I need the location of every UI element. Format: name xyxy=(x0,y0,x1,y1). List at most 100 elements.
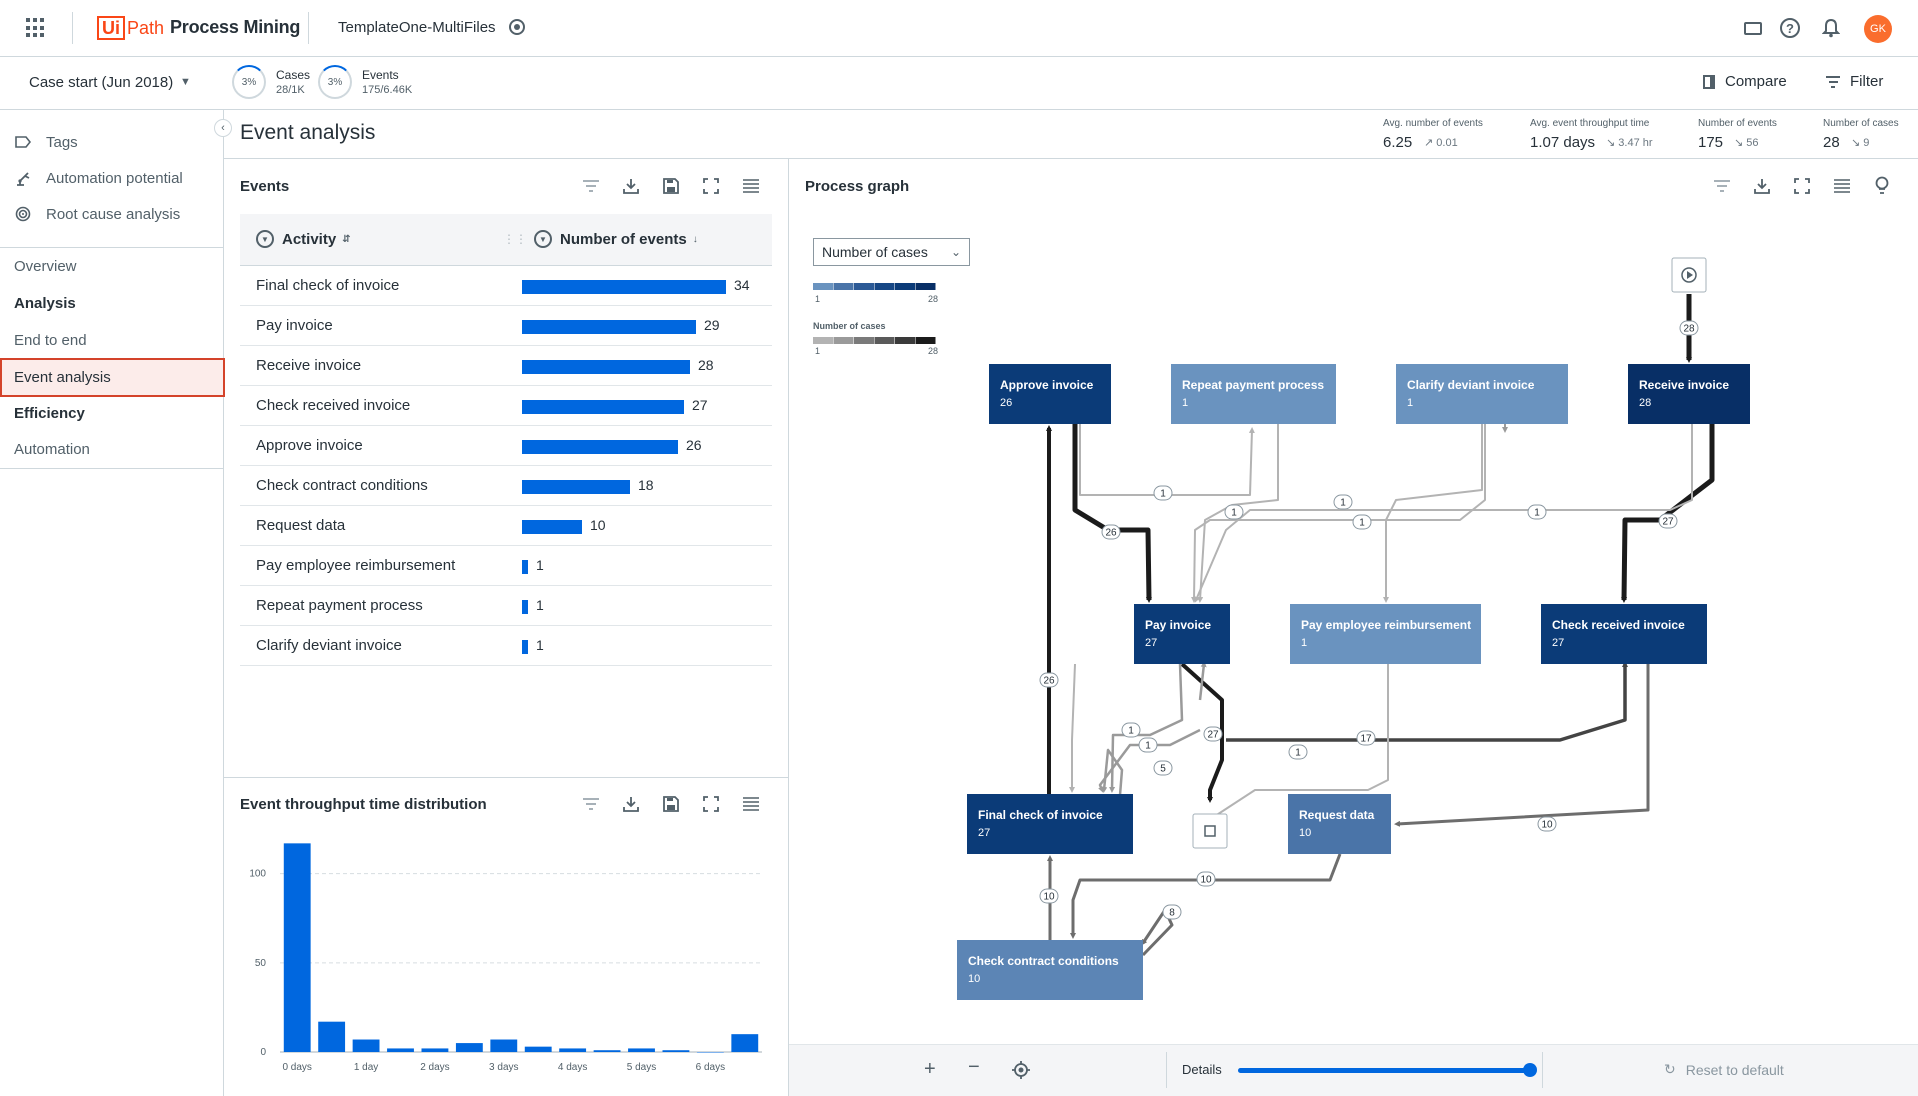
table-row[interactable]: Approve invoice 26 xyxy=(240,426,772,466)
column-header-activity[interactable]: ▼ Activity ⇵ xyxy=(256,230,351,248)
download-icon[interactable] xyxy=(620,175,642,197)
process-edge[interactable] xyxy=(1072,424,1152,603)
process-node[interactable]: Repeat payment process 1 xyxy=(1171,364,1336,424)
table-row[interactable]: Clarify deviant invoice 1 xyxy=(240,626,772,666)
process-edge[interactable] xyxy=(1394,664,1650,827)
kpi-label: Avg. event throughput time xyxy=(1530,118,1650,129)
app-launcher-icon[interactable] xyxy=(26,18,46,38)
fullscreen-icon[interactable] xyxy=(700,793,722,815)
table-row[interactable]: Repeat payment process 1 xyxy=(240,586,772,626)
table-row[interactable]: Receive invoice 28 xyxy=(240,346,772,386)
column-header-number-of-events[interactable]: ▼ Number of events ↓ xyxy=(534,230,698,248)
chevron-down-icon[interactable]: ▼ xyxy=(534,230,552,248)
process-node[interactable]: Pay employee reimbursement 1 xyxy=(1290,604,1481,664)
nav-item-overview[interactable]: Overview xyxy=(14,258,77,275)
process-node-box xyxy=(1396,364,1568,424)
process-node-name: Approve invoice xyxy=(1000,378,1094,392)
collapse-sidebar-chevron-left-icon[interactable]: ‹ xyxy=(214,119,232,137)
table-row[interactable]: Check received invoice 27 xyxy=(240,386,772,426)
edge-label-text: 1 xyxy=(1145,741,1151,752)
process-node[interactable]: Check received invoice 27 xyxy=(1541,604,1707,664)
process-edge[interactable] xyxy=(1079,424,1255,496)
process-node-count: 27 xyxy=(978,827,990,839)
download-icon[interactable] xyxy=(620,793,642,815)
events-value: 175/6.46K xyxy=(362,84,413,96)
activity-name: Approve invoice xyxy=(256,437,363,454)
table-row[interactable]: Pay employee reimbursement 1 xyxy=(240,546,772,586)
process-node-count: 1 xyxy=(1301,637,1307,649)
chevron-down-icon[interactable]: ▼ xyxy=(256,230,274,248)
process-node[interactable]: Pay invoice 27 xyxy=(1134,604,1230,664)
table-row[interactable]: Pay invoice 29 xyxy=(240,306,772,346)
table-row[interactable]: Request data 10 xyxy=(240,506,772,546)
table-row[interactable]: Check contract conditions 18 xyxy=(240,466,772,506)
details-slider-track[interactable] xyxy=(1238,1068,1530,1073)
recenter-target-icon[interactable] xyxy=(1012,1061,1030,1082)
keyboard-shortcuts-icon[interactable] xyxy=(1742,17,1764,39)
process-edge[interactable] xyxy=(1069,663,1076,793)
end-node[interactable] xyxy=(1192,813,1228,849)
menu-icon[interactable] xyxy=(740,793,762,815)
table-row[interactable]: Final check of invoice 34 xyxy=(240,266,772,306)
divider xyxy=(1542,1052,1543,1088)
details-slider-handle[interactable] xyxy=(1523,1063,1537,1077)
case-start-dropdown[interactable]: Case start (Jun 2018) xyxy=(29,74,173,91)
chevron-down-icon[interactable]: ▼ xyxy=(180,76,191,88)
process-edge[interactable] xyxy=(1070,853,1342,939)
filter-button[interactable]: Filter xyxy=(1826,73,1883,90)
nav-item-automation[interactable]: Automation xyxy=(14,441,90,458)
menu-icon[interactable] xyxy=(1831,175,1853,197)
filter-icon[interactable] xyxy=(1711,175,1733,197)
histogram-bar xyxy=(490,1039,518,1052)
edge-label-text: 1 xyxy=(1128,726,1134,737)
nav-item-end-to-end[interactable]: End to end xyxy=(14,332,87,349)
sort-icon[interactable]: ⇵ xyxy=(342,234,350,245)
notifications-bell-icon[interactable] xyxy=(1820,17,1842,39)
save-icon[interactable] xyxy=(660,175,682,197)
process-node[interactable]: Receive invoice 28 xyxy=(1628,364,1750,424)
process-node-count: 1 xyxy=(1182,397,1188,409)
lightbulb-icon[interactable] xyxy=(1871,175,1893,197)
kpi-value: 6.25 xyxy=(1383,134,1413,151)
fullscreen-icon[interactable] xyxy=(700,175,722,197)
sidebar-item-automation-potential[interactable]: Automation potential xyxy=(14,169,183,187)
zoom-out-minus-icon[interactable]: − xyxy=(968,1056,980,1079)
edge-label-text: 1 xyxy=(1295,748,1301,759)
event-count-bar xyxy=(522,600,528,614)
process-node[interactable]: Final check of invoice 27 xyxy=(967,794,1133,854)
edge-label-text: 17 xyxy=(1360,734,1372,745)
filter-icon[interactable] xyxy=(580,793,602,815)
zoom-in-plus-icon[interactable]: + xyxy=(924,1058,936,1081)
process-node[interactable]: Clarify deviant invoice 1 xyxy=(1396,364,1568,424)
compare-button[interactable]: Compare xyxy=(1703,73,1787,90)
column-resize-handle-icon[interactable]: ⋮⋮ xyxy=(503,232,527,246)
fullscreen-icon[interactable] xyxy=(1791,175,1813,197)
reset-to-default-button[interactable]: ↻ Reset to default xyxy=(1664,1061,1784,1078)
sidebar-item-tags[interactable]: Tags xyxy=(14,133,78,151)
process-edge[interactable] xyxy=(1621,424,1715,603)
process-node[interactable]: Request data 10 xyxy=(1288,794,1391,854)
kpi-label: Number of cases xyxy=(1823,118,1899,129)
sidebar-item-root-cause-analysis[interactable]: Root cause analysis xyxy=(14,205,180,223)
user-avatar[interactable]: GK xyxy=(1864,15,1892,43)
save-icon[interactable] xyxy=(660,793,682,815)
kpi-value: 175 xyxy=(1698,134,1724,151)
event-count-value: 34 xyxy=(734,277,750,293)
process-node-count: 27 xyxy=(1552,637,1564,649)
uipath-logo[interactable]: Ui Path xyxy=(97,16,164,40)
menu-icon[interactable] xyxy=(740,175,762,197)
process-node[interactable]: Check contract conditions 10 xyxy=(957,940,1143,1000)
download-icon[interactable] xyxy=(1751,175,1773,197)
nav-item-event-analysis[interactable]: Event analysis xyxy=(0,358,225,397)
process-graph-canvas[interactable]: 1 28 1 28 Number of cases Approve invoice 26 Re… xyxy=(790,230,1910,1010)
project-settings-gear-icon[interactable] xyxy=(509,19,525,35)
sort-descending-icon[interactable]: ↓ xyxy=(693,234,698,245)
kpi-delta-value: 9 xyxy=(1863,137,1870,149)
filter-icon[interactable] xyxy=(580,175,602,197)
process-node-box xyxy=(989,364,1111,424)
process-edge[interactable] xyxy=(1226,661,1628,742)
help-icon[interactable]: ? xyxy=(1780,18,1800,38)
process-edge[interactable] xyxy=(1383,424,1483,603)
process-node[interactable]: Approve invoice 26 xyxy=(989,364,1111,424)
process-edge[interactable] xyxy=(1194,424,1693,603)
